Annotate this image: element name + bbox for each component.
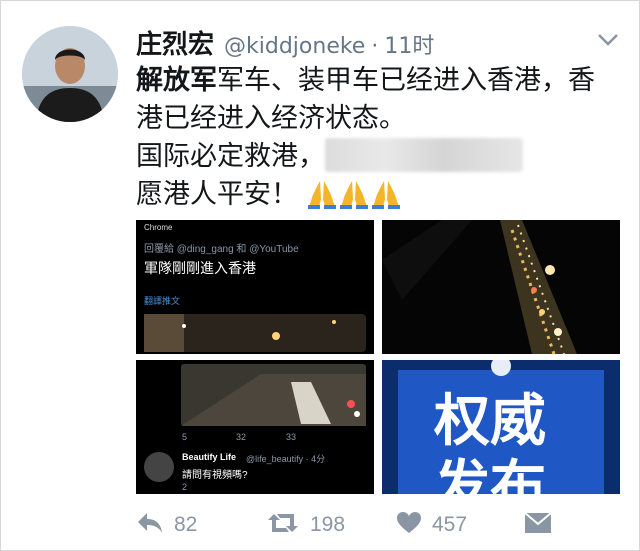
- embedded-headline: 軍隊剛剛進入香港: [144, 260, 256, 276]
- author-name[interactable]: 庄烈宏: [136, 24, 214, 61]
- reply-text: 請問有視頻嗎?: [182, 470, 248, 481]
- tweet-text-line-1-rest: 军车、装甲车已经进入香港，香: [217, 65, 595, 96]
- heart-icon: [396, 511, 422, 539]
- tweet-text-line-3: 国际必定救港，: [136, 138, 626, 176]
- like-total: 457: [432, 513, 468, 536]
- redacted-text: [325, 138, 523, 172]
- tweet-text-line-3-text: 国际必定救港，: [136, 141, 325, 172]
- tweet-header: 庄烈宏 @kiddjoneke · 11时: [136, 24, 434, 60]
- media-image-3[interactable]: 5 32 33 Beautify Life @life_beautify · 4…: [136, 360, 374, 494]
- reply-button[interactable]: 82: [136, 510, 197, 540]
- retweet-count-embedded: 32: [236, 432, 247, 442]
- tweet-text-bold: 解放军: [136, 65, 217, 96]
- like-button[interactable]: 457: [396, 510, 467, 540]
- tweet-text-line-1: 解放军军车、装甲车已经进入香港，香: [136, 62, 626, 100]
- retweet-total: 198: [310, 513, 346, 536]
- praying-hands-icon: [307, 177, 337, 209]
- media-image-2[interactable]: [382, 220, 620, 354]
- tweet-text-line-2: 港已经进入经济状态。: [136, 103, 406, 134]
- like-count-embedded: 33: [286, 432, 297, 442]
- banner-line-2: 发布: [434, 455, 546, 494]
- translate-link: 翻譯推文: [144, 296, 181, 306]
- media-image-1[interactable]: Chrome 回覆給 @ding_gang 和 @YouTube 軍隊剛剛進入香…: [136, 220, 374, 354]
- aerial-night-road-photo: [382, 220, 620, 354]
- reply-avatar: [144, 452, 174, 482]
- tweet-time[interactable]: 11时: [384, 28, 434, 60]
- reply-icon: [136, 511, 164, 539]
- chevron-down-icon[interactable]: [596, 30, 620, 50]
- tweet-text: 解放军军车、装甲车已经进入香港，香 港已经进入经济状态。 国际必定救港， 愿港人…: [136, 62, 626, 214]
- retweet-icon: [266, 511, 300, 539]
- praying-hands-icon: [339, 177, 369, 209]
- reply-user-name: Beautify Life: [182, 452, 237, 462]
- media-image-4[interactable]: 权威 发布: [382, 360, 620, 494]
- praying-hands-icon: [371, 177, 401, 209]
- retweet-button[interactable]: 198: [266, 510, 345, 540]
- reply-reply-count: 2: [182, 482, 188, 492]
- reply-user-handle: @life_beautify · 4分: [246, 454, 326, 464]
- direct-message-button[interactable]: [524, 510, 552, 540]
- author-handle[interactable]: @kiddjoneke: [224, 34, 365, 59]
- reply-to-text: 回覆給 @ding_gang 和 @YouTube: [144, 244, 299, 255]
- night-convoy-photo: [181, 364, 366, 426]
- avatar[interactable]: [22, 26, 118, 122]
- reply-count: 5: [182, 432, 188, 442]
- reply-total: 82: [174, 513, 198, 536]
- chrome-label: Chrome: [144, 223, 173, 232]
- night-street-photo: [144, 314, 366, 352]
- envelope-icon: [524, 512, 552, 538]
- tweet-text-line-4: 愿港人平安！: [136, 176, 626, 214]
- media-grid: Chrome 回覆給 @ding_gang 和 @YouTube 軍隊剛剛進入香…: [136, 220, 620, 494]
- avatar-photo: [22, 26, 118, 122]
- tweet-text-line-4-text: 愿港人平安！: [136, 179, 298, 210]
- separator-dot: ·: [371, 34, 379, 59]
